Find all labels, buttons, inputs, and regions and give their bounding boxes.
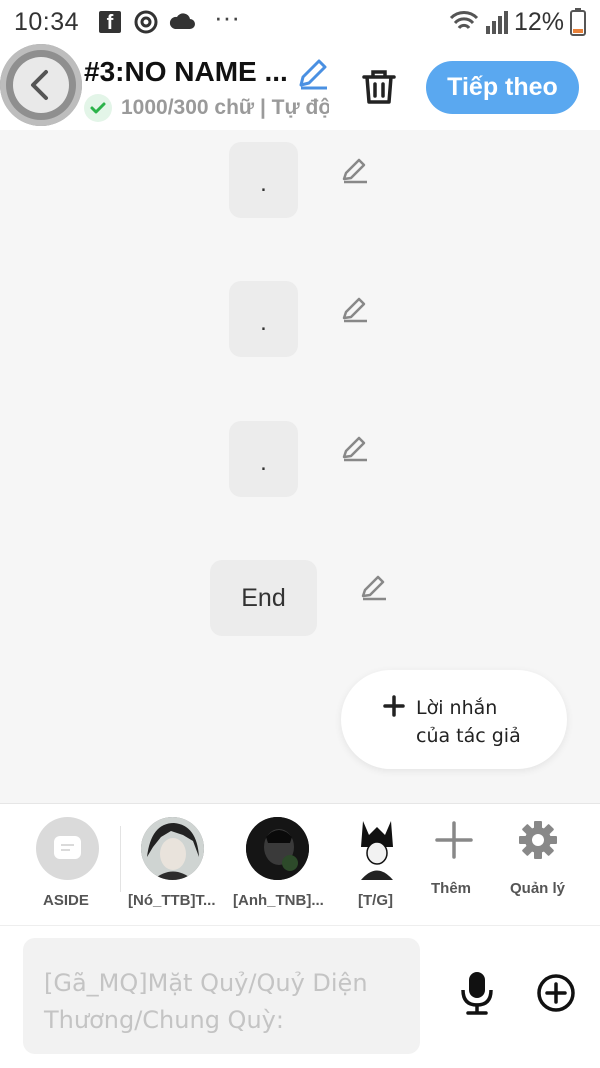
character-label: [T/G] <box>358 892 393 909</box>
more-dots: ··· <box>214 2 240 32</box>
plus-icon[interactable] <box>382 694 406 718</box>
battery-icon <box>570 8 586 36</box>
author-note-line-1: Lời nhắn <box>416 697 498 719</box>
back-button-inner[interactable] <box>13 57 69 113</box>
signal-icon <box>486 11 508 34</box>
message-bubble[interactable]: End <box>210 560 317 636</box>
author-note-label[interactable]: Lời nhắn của tác giả <box>416 694 521 750</box>
status-bar: 10:34 f ··· 12% <box>0 0 600 44</box>
author-note-line-2: của tác giả <box>416 725 521 747</box>
pencil-icon[interactable] <box>296 56 330 90</box>
message-bubble[interactable]: . <box>229 281 298 357</box>
add-attachment-icon[interactable] <box>536 973 576 1013</box>
manage-label[interactable]: Quản lý <box>510 880 565 897</box>
edit-message-icon[interactable] <box>340 294 370 324</box>
next-button[interactable]: Tiếp theo <box>426 61 579 114</box>
cloud-icon <box>169 13 195 29</box>
microphone-icon[interactable] <box>459 970 495 1016</box>
avatar[interactable] <box>357 817 397 880</box>
edit-message-icon[interactable] <box>340 433 370 463</box>
character-label: [Nó_TTB]T... <box>128 892 216 909</box>
avatar[interactable] <box>246 817 309 880</box>
back-icon[interactable] <box>13 57 69 113</box>
message-bubble[interactable]: . <box>229 142 298 218</box>
message-bubble[interactable]: . <box>229 421 298 497</box>
character-label: [Anh_TNB]... <box>233 892 324 909</box>
add-character-label[interactable]: Thêm <box>431 880 471 897</box>
message-input-placeholder[interactable]: [Gã_MQ]Mặt Quỷ/Quỷ Diện Thương/Chung Quỳ… <box>44 965 414 1039</box>
aside-icon <box>54 836 81 859</box>
aside-label: ASIDE <box>43 892 89 909</box>
avatar[interactable] <box>141 817 204 880</box>
battery-percent: 12% <box>514 8 565 36</box>
add-character-icon[interactable] <box>435 821 473 859</box>
edit-message-icon[interactable] <box>359 572 389 602</box>
gear-icon[interactable] <box>518 820 558 860</box>
facebook-icon: f <box>99 11 121 34</box>
wifi-icon <box>449 11 479 30</box>
at-sign-icon <box>134 10 158 34</box>
word-count-status: 1000/300 chữ | Tự động lưu <box>121 96 329 119</box>
check-icon <box>84 94 112 122</box>
chapter-title[interactable]: #3:NO NAME ... <box>84 56 288 88</box>
divider <box>120 826 121 892</box>
edit-message-icon[interactable] <box>340 155 370 185</box>
trash-icon[interactable] <box>361 68 397 106</box>
status-time: 10:34 <box>14 8 80 36</box>
